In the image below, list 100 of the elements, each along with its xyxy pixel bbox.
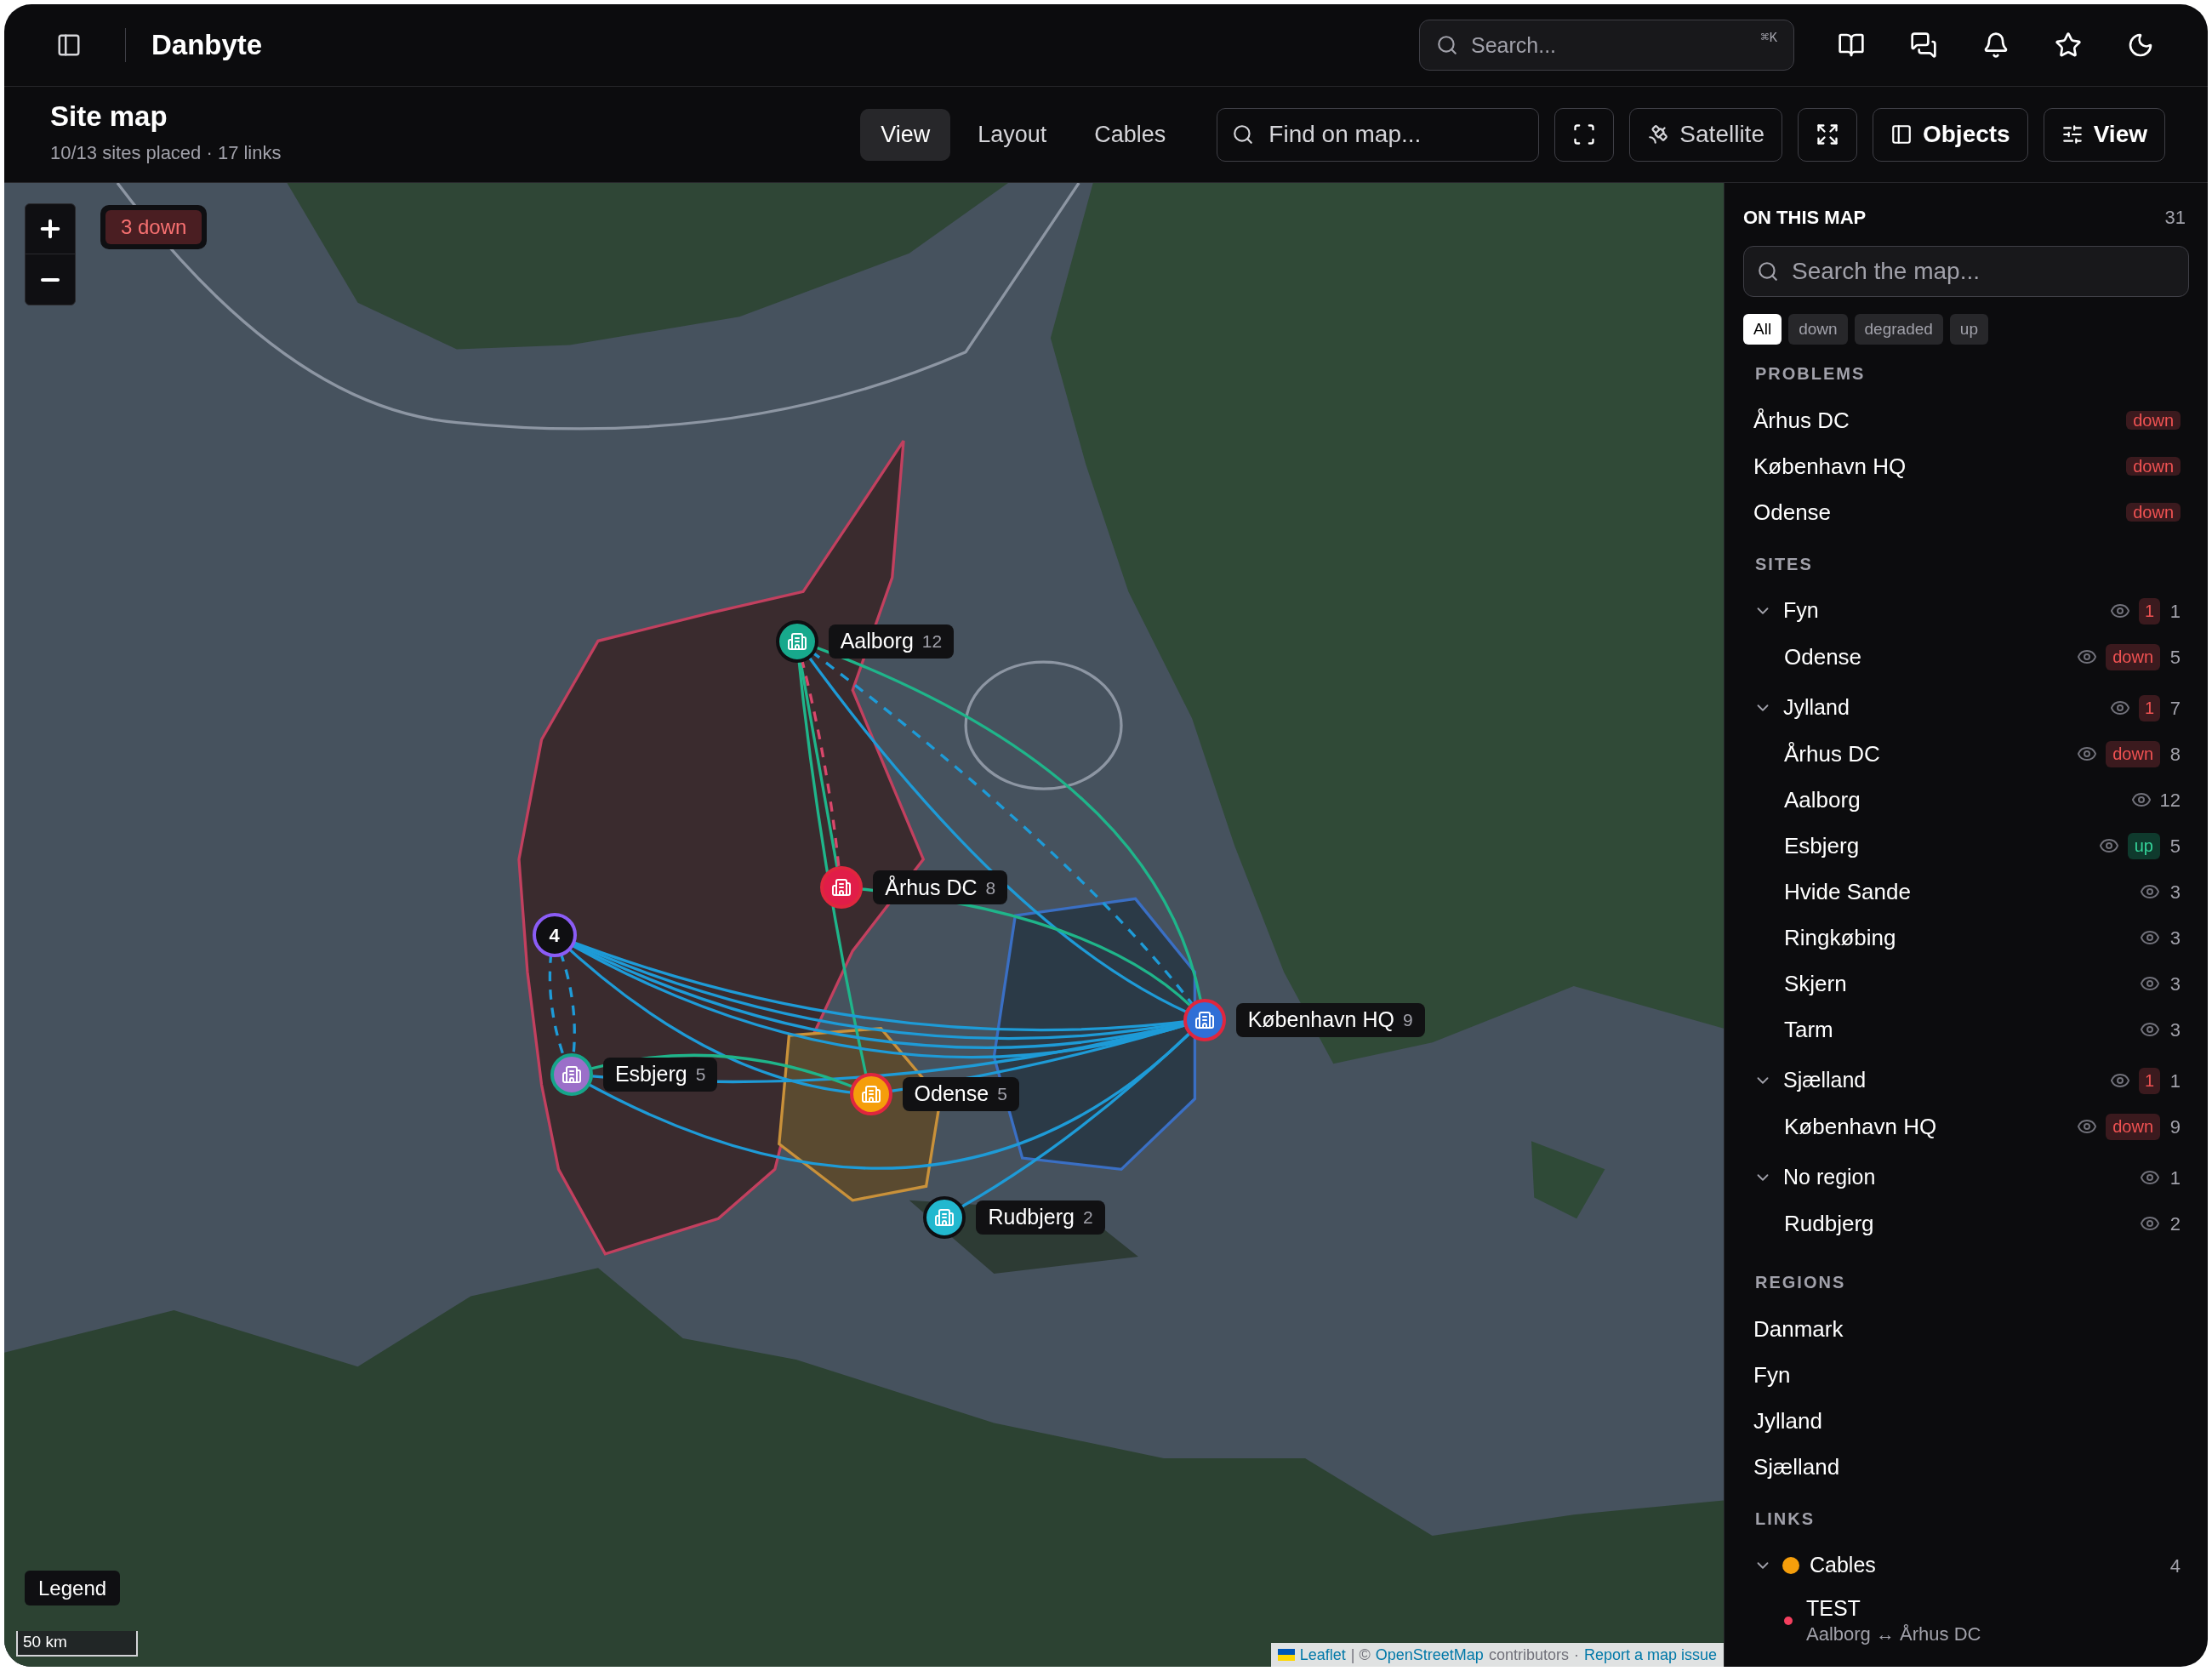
satellite-button[interactable]: Satellite	[1629, 107, 1782, 162]
site-name: Aalborg	[1784, 785, 1861, 814]
scan-icon	[1572, 123, 1597, 146]
site-name: Tarm	[1784, 1015, 1833, 1044]
panel-title: ON THIS MAP	[1743, 205, 1867, 230]
site-name: Skjern	[1784, 969, 1847, 998]
group-name: Cables	[1810, 1552, 1876, 1579]
site-name: Aalborg	[840, 628, 914, 655]
link-count: 9	[1403, 1008, 1413, 1031]
chat-icon	[1910, 31, 1937, 59]
legend-button[interactable]: Legend	[25, 1571, 121, 1605]
link-count: 8	[985, 876, 996, 899]
sidebar-icon	[56, 32, 82, 58]
site-item[interactable]: Ringkøbing 3	[1743, 915, 2189, 961]
status-badge: down	[2126, 502, 2181, 522]
openstreetmap-link[interactable]: OpenStreetMap	[1375, 1643, 1484, 1667]
find-field[interactable]: Find on map...	[1217, 107, 1540, 162]
building-icon	[831, 877, 852, 898]
search-icon	[1757, 260, 1779, 282]
book-icon	[1838, 31, 1865, 59]
site-item[interactable]: Esbjerg up 5	[1743, 823, 2189, 869]
link-count: 9	[2169, 1115, 2181, 1139]
down-count-badge[interactable]: 3 down	[105, 210, 202, 244]
star-icon	[2055, 31, 2082, 59]
site-name: København HQ	[1247, 1006, 1394, 1033]
flag-icon	[1277, 1649, 1295, 1661]
view-options-button[interactable]: View	[2043, 107, 2165, 162]
site-name: København HQ	[1753, 452, 1907, 481]
status-badge: up	[2127, 832, 2160, 859]
problem-item[interactable]: Odense down	[1743, 489, 2189, 535]
site-name: København HQ	[1784, 1112, 1937, 1141]
link-item[interactable]: TEST Aalborg ↔ Århus DC	[1743, 1588, 2189, 1653]
link-count: 3	[2169, 1018, 2181, 1042]
view-tab[interactable]: View	[860, 108, 951, 161]
view-tab[interactable]: Layout	[957, 108, 1068, 161]
link-count: 5	[997, 1083, 1007, 1106]
brand-name: Danbyte	[151, 28, 263, 63]
site-name: Rudbjerg	[1784, 1209, 1874, 1238]
section-heading: REGIONS	[1755, 1272, 1846, 1293]
group-name: Sjælland	[1783, 1067, 1867, 1094]
region-group-row[interactable]: Sjælland 1 1	[1743, 1058, 2189, 1104]
fit-button[interactable]	[1554, 107, 1615, 162]
filter-chip[interactable]: down	[1788, 314, 1848, 345]
leaflet-link[interactable]: Leaflet	[1299, 1643, 1346, 1667]
region-item[interactable]: Danmark	[1753, 1312, 1844, 1346]
object-count: 31	[2164, 205, 2186, 230]
building-icon	[786, 630, 807, 652]
moon-icon	[2127, 31, 2154, 59]
site-name: Odense	[1753, 498, 1832, 527]
problem-item[interactable]: København HQ down	[1743, 443, 2189, 489]
alert-count: 1	[2138, 1067, 2160, 1094]
region-group-row[interactable]: Fyn 1 1	[1743, 588, 2189, 634]
bell-icon	[1982, 31, 2010, 59]
group-name: Fyn	[1783, 597, 1819, 624]
building-icon	[934, 1206, 955, 1228]
site-count: 1	[2169, 1069, 2181, 1093]
link-count: 2	[1082, 1206, 1093, 1229]
group-name: Jylland	[1783, 694, 1850, 721]
site-item[interactable]: København HQ down 9	[1743, 1104, 2189, 1149]
page-title: Site map	[50, 102, 168, 130]
site-name: Århus DC	[1784, 739, 1880, 768]
region-item[interactable]: Fyn	[1753, 1358, 1791, 1392]
site-item[interactable]: Tarm 3	[1743, 1007, 2189, 1052]
site-item[interactable]: Skjern 3	[1743, 961, 2189, 1007]
site-item[interactable]: Odense down 5	[1743, 634, 2189, 680]
link-count: 8	[2169, 742, 2181, 767]
site-item[interactable]: Århus DC down 8	[1743, 731, 2189, 777]
building-icon	[561, 1064, 582, 1086]
region-item[interactable]: Jylland	[1753, 1404, 1822, 1438]
filter-chip[interactable]: up	[1949, 314, 1988, 345]
minus-icon	[41, 277, 60, 282]
link-count: 5	[2169, 645, 2181, 670]
site-item[interactable]: Hvide Sande 3	[1743, 869, 2189, 915]
filter-chip[interactable]: degraded	[1854, 314, 1943, 345]
status-badge: down	[2126, 410, 2181, 430]
expand-icon	[1816, 123, 1839, 146]
site-name: Århus DC	[1753, 406, 1850, 435]
page-subtitle: 10/13 sites placed · 17 links	[50, 141, 282, 165]
link-count: 2	[2169, 1212, 2181, 1236]
link-count: 3	[2169, 880, 2181, 904]
link-count: 12	[2159, 788, 2181, 813]
view-tab[interactable]: Cables	[1074, 108, 1187, 161]
region-group-row[interactable]: No region 1	[1743, 1155, 2189, 1200]
expand-button[interactable]	[1798, 107, 1857, 162]
region-item[interactable]: Sjælland	[1753, 1450, 1840, 1484]
site-item[interactable]: Rudbjerg 2	[1743, 1200, 2189, 1246]
map-search-field[interactable]: Search the map...	[1743, 246, 2189, 297]
link-group-row[interactable]: Cables 4	[1743, 1543, 2189, 1588]
site-name: Ringkøbing	[1784, 923, 1896, 952]
site-count: 1	[2169, 599, 2181, 624]
status-badge: down	[2106, 740, 2160, 767]
objects-button[interactable]: Objects	[1873, 107, 2028, 162]
problem-item[interactable]: Århus DC down	[1743, 397, 2189, 443]
filter-chip[interactable]: All	[1743, 314, 1782, 345]
report-issue-link[interactable]: Report a map issue	[1583, 1643, 1717, 1667]
site-item[interactable]: Aalborg 12	[1743, 777, 2189, 823]
region-group-row[interactable]: Jylland 1 7	[1743, 685, 2189, 731]
site-name: Århus DC	[885, 874, 978, 901]
section-heading: SITES	[1755, 554, 1813, 575]
link-count: 4	[2169, 1554, 2181, 1578]
